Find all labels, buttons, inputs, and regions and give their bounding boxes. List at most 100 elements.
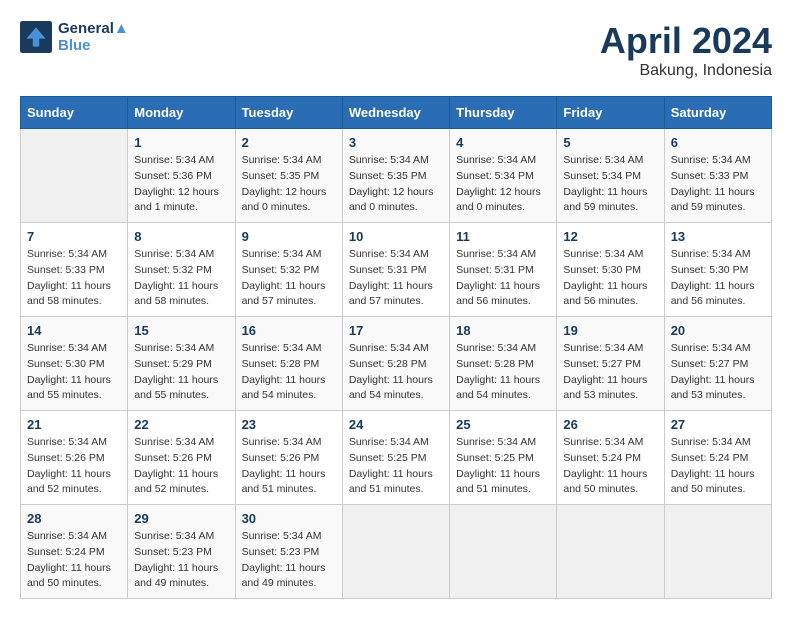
- day-info: Sunrise: 5:34 AMSunset: 5:32 PMDaylight:…: [134, 247, 228, 310]
- day-number: 18: [456, 323, 550, 338]
- day-number: 20: [671, 323, 765, 338]
- day-info: Sunrise: 5:34 AMSunset: 5:30 PMDaylight:…: [671, 247, 765, 310]
- week-row-5: 28 Sunrise: 5:34 AMSunset: 5:24 PMDayligh…: [21, 505, 772, 599]
- day-info: Sunrise: 5:34 AMSunset: 5:26 PMDaylight:…: [134, 435, 228, 498]
- day-info: Sunrise: 5:34 AMSunset: 5:31 PMDaylight:…: [456, 247, 550, 310]
- day-number: 29: [134, 511, 228, 526]
- day-info: Sunrise: 5:34 AMSunset: 5:24 PMDaylight:…: [563, 435, 657, 498]
- day-number: 17: [349, 323, 443, 338]
- page-header: General▲ Blue April 2024 Bakung, Indones…: [20, 20, 772, 80]
- calendar-cell: 6 Sunrise: 5:34 AMSunset: 5:33 PMDaylight…: [664, 129, 771, 223]
- calendar-cell: 20Sunrise: 5:34 AMSunset: 5:27 PMDayligh…: [664, 317, 771, 411]
- calendar-cell: 4 Sunrise: 5:34 AMSunset: 5:34 PMDaylight…: [450, 129, 557, 223]
- calendar-cell: 17 Sunrise: 5:34 AMSunset: 5:28 PMDayligh…: [342, 317, 449, 411]
- day-info: Sunrise: 5:34 AMSunset: 5:26 PMDaylight:…: [27, 435, 121, 498]
- calendar-cell: 12 Sunrise: 5:34 AMSunset: 5:30 PMDayligh…: [557, 223, 664, 317]
- month-title: April 2024: [600, 20, 772, 62]
- day-info: Sunrise: 5:34 AMSunset: 5:23 PMDaylight:…: [134, 529, 228, 592]
- day-info: Sunrise: 5:34 AMSunset: 5:24 PMDaylight:…: [27, 529, 121, 592]
- day-number: 1: [134, 135, 228, 150]
- day-number: 30: [242, 511, 336, 526]
- calendar-cell: [450, 505, 557, 599]
- day-info: Sunrise: 5:34 AMSunset: 5:23 PMDaylight:…: [242, 529, 336, 592]
- calendar-cell: 23 Sunrise: 5:34 AMSunset: 5:26 PMDayligh…: [235, 411, 342, 505]
- calendar-cell: 24 Sunrise: 5:34 AMSunset: 5:25 PMDayligh…: [342, 411, 449, 505]
- logo-text: General▲ Blue: [58, 20, 129, 54]
- day-info: Sunrise: 5:34 AMSunset: 5:35 PMDaylight:…: [349, 153, 443, 216]
- calendar-cell: 21Sunrise: 5:34 AMSunset: 5:26 PMDayligh…: [21, 411, 128, 505]
- day-number: 5: [563, 135, 657, 150]
- location: Bakung, Indonesia: [600, 62, 772, 80]
- day-number: 24: [349, 417, 443, 432]
- calendar-cell: 9 Sunrise: 5:34 AMSunset: 5:32 PMDaylight…: [235, 223, 342, 317]
- day-info: Sunrise: 5:34 AMSunset: 5:28 PMDaylight:…: [349, 341, 443, 404]
- day-info: Sunrise: 5:34 AMSunset: 5:33 PMDaylight:…: [671, 153, 765, 216]
- calendar-cell: 13 Sunrise: 5:34 AMSunset: 5:30 PMDayligh…: [664, 223, 771, 317]
- calendar-cell: [21, 129, 128, 223]
- day-number: 8: [134, 229, 228, 244]
- day-number: 15: [134, 323, 228, 338]
- calendar-table: SundayMondayTuesdayWednesdayThursdayFrid…: [20, 96, 772, 599]
- week-row-1: 1Sunrise: 5:34 AMSunset: 5:36 PMDaylight…: [21, 129, 772, 223]
- day-number: 26: [563, 417, 657, 432]
- header-wednesday: Wednesday: [342, 97, 449, 129]
- calendar-cell: 14 Sunrise: 5:34 AMSunset: 5:30 PMDayligh…: [21, 317, 128, 411]
- day-number: 4: [456, 135, 550, 150]
- day-info: Sunrise: 5:34 AMSunset: 5:26 PMDaylight:…: [242, 435, 336, 498]
- day-number: 22: [134, 417, 228, 432]
- day-number: 16: [242, 323, 336, 338]
- day-number: 19: [563, 323, 657, 338]
- calendar-cell: 11 Sunrise: 5:34 AMSunset: 5:31 PMDayligh…: [450, 223, 557, 317]
- day-number: 23: [242, 417, 336, 432]
- day-info: Sunrise: 5:34 AMSunset: 5:25 PMDaylight:…: [349, 435, 443, 498]
- day-number: 6: [671, 135, 765, 150]
- calendar-cell: 15 Sunrise: 5:34 AMSunset: 5:29 PMDayligh…: [128, 317, 235, 411]
- week-row-3: 14 Sunrise: 5:34 AMSunset: 5:30 PMDayligh…: [21, 317, 772, 411]
- week-row-2: 7Sunrise: 5:34 AMSunset: 5:33 PMDaylight…: [21, 223, 772, 317]
- logo: General▲ Blue: [20, 20, 129, 54]
- day-info: Sunrise: 5:34 AMSunset: 5:34 PMDaylight:…: [456, 153, 550, 216]
- day-info: Sunrise: 5:34 AMSunset: 5:28 PMDaylight:…: [456, 341, 550, 404]
- calendar-header-row: SundayMondayTuesdayWednesdayThursdayFrid…: [21, 97, 772, 129]
- day-number: 2: [242, 135, 336, 150]
- day-info: Sunrise: 5:34 AMSunset: 5:27 PMDaylight:…: [563, 341, 657, 404]
- header-friday: Friday: [557, 97, 664, 129]
- day-number: 28: [27, 511, 121, 526]
- day-number: 12: [563, 229, 657, 244]
- day-info: Sunrise: 5:34 AMSunset: 5:30 PMDaylight:…: [27, 341, 121, 404]
- day-number: 9: [242, 229, 336, 244]
- day-info: Sunrise: 5:34 AMSunset: 5:32 PMDaylight:…: [242, 247, 336, 310]
- calendar-cell: 3 Sunrise: 5:34 AMSunset: 5:35 PMDaylight…: [342, 129, 449, 223]
- header-thursday: Thursday: [450, 97, 557, 129]
- day-info: Sunrise: 5:34 AMSunset: 5:25 PMDaylight:…: [456, 435, 550, 498]
- day-number: 25: [456, 417, 550, 432]
- day-number: 3: [349, 135, 443, 150]
- header-monday: Monday: [128, 97, 235, 129]
- title-block: April 2024 Bakung, Indonesia: [600, 20, 772, 80]
- calendar-cell: 5 Sunrise: 5:34 AMSunset: 5:34 PMDaylight…: [557, 129, 664, 223]
- calendar-cell: 19 Sunrise: 5:34 AMSunset: 5:27 PMDayligh…: [557, 317, 664, 411]
- calendar-cell: 29 Sunrise: 5:34 AMSunset: 5:23 PMDayligh…: [128, 505, 235, 599]
- calendar-cell: 10Sunrise: 5:34 AMSunset: 5:31 PMDayligh…: [342, 223, 449, 317]
- calendar-cell: 30 Sunrise: 5:34 AMSunset: 5:23 PMDayligh…: [235, 505, 342, 599]
- day-info: Sunrise: 5:34 AMSunset: 5:34 PMDaylight:…: [563, 153, 657, 216]
- day-info: Sunrise: 5:34 AMSunset: 5:35 PMDaylight:…: [242, 153, 336, 216]
- calendar-cell: 25 Sunrise: 5:34 AMSunset: 5:25 PMDayligh…: [450, 411, 557, 505]
- day-number: 11: [456, 229, 550, 244]
- day-info: Sunrise: 5:34 AMSunset: 5:33 PMDaylight:…: [27, 247, 121, 310]
- calendar-cell: 2 Sunrise: 5:34 AMSunset: 5:35 PMDaylight…: [235, 129, 342, 223]
- calendar-cell: 26 Sunrise: 5:34 AMSunset: 5:24 PMDayligh…: [557, 411, 664, 505]
- header-saturday: Saturday: [664, 97, 771, 129]
- calendar-cell: 16Sunrise: 5:34 AMSunset: 5:28 PMDayligh…: [235, 317, 342, 411]
- day-info: Sunrise: 5:34 AMSunset: 5:31 PMDaylight:…: [349, 247, 443, 310]
- calendar-cell: [664, 505, 771, 599]
- calendar-cell: [342, 505, 449, 599]
- day-number: 13: [671, 229, 765, 244]
- calendar-cell: 18 Sunrise: 5:34 AMSunset: 5:28 PMDayligh…: [450, 317, 557, 411]
- header-tuesday: Tuesday: [235, 97, 342, 129]
- calendar-cell: 27Sunrise: 5:34 AMSunset: 5:24 PMDayligh…: [664, 411, 771, 505]
- day-info: Sunrise: 5:34 AMSunset: 5:29 PMDaylight:…: [134, 341, 228, 404]
- day-number: 27: [671, 417, 765, 432]
- day-info: Sunrise: 5:34 AMSunset: 5:30 PMDaylight:…: [563, 247, 657, 310]
- day-number: 14: [27, 323, 121, 338]
